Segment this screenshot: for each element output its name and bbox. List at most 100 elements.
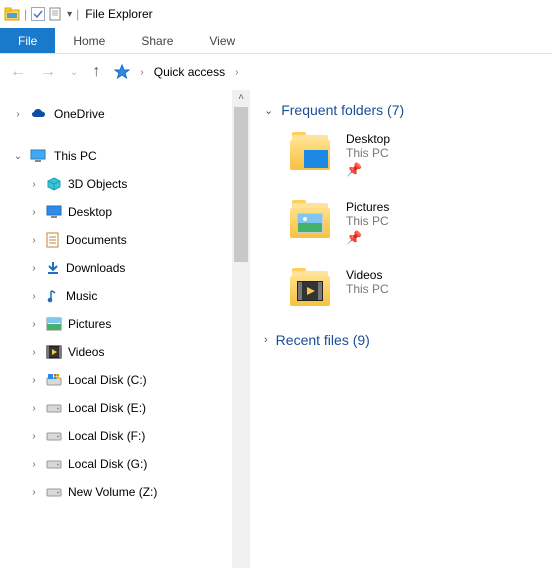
tree-pictures[interactable]: › Pictures [6,310,228,338]
file-menu[interactable]: File [0,28,55,53]
scroll-up-icon[interactable]: ˄ [238,90,244,105]
item-location: This PC [346,282,389,296]
tree-3dobjects[interactable]: › 3D Objects [6,170,228,198]
item-location: This PC [346,146,390,160]
ribbon-tabs: File Home Share View [0,28,552,54]
properties-icon[interactable] [49,7,63,21]
item-pictures[interactable]: Pictures This PC 📌 [290,200,544,246]
tree-label: OneDrive [54,107,105,121]
body: › OneDrive ⌄ This PC › 3D Objects › Deskto… [0,90,552,568]
expand-icon[interactable]: › [28,291,40,302]
tree-local-disk-c[interactable]: ›Local Disk (C:) [6,366,228,394]
tree-videos[interactable]: › Videos [6,338,228,366]
music-icon [46,288,60,304]
tree-label: Local Disk (G:) [68,457,147,471]
desktop-icon [46,205,62,219]
tree-label: Pictures [68,317,111,331]
item-location: This PC [346,214,389,228]
window-title: File Explorer [85,7,152,21]
recent-files-header[interactable]: › Recent files (9) [264,332,544,348]
frequent-folders-header[interactable]: ⌄ Frequent folders (7) [264,102,544,118]
item-name: Pictures [346,200,389,214]
section-title: Recent files (9) [276,332,370,348]
tree-music[interactable]: › Music [6,282,228,310]
chevron-right-icon[interactable]: › [140,67,143,78]
explorer-icon [4,6,20,22]
tree-local-disk-g[interactable]: › Local Disk (G:) [6,450,228,478]
drive-icon [46,430,62,442]
tree-label: Downloads [66,261,125,275]
expand-icon[interactable]: › [28,431,40,442]
3dobjects-icon [46,176,62,192]
folder-videos-icon [290,268,332,310]
scroll-thumb[interactable] [234,107,248,262]
forward-button[interactable]: → [40,63,56,81]
chevron-right-icon[interactable]: › [264,334,268,346]
section-title: Frequent folders (7) [281,102,404,118]
tree-label: Local Disk (E:) [68,401,146,415]
drive-icon [46,402,62,414]
tree-label: Desktop [68,205,112,219]
tree-documents[interactable]: › Documents [6,226,228,254]
folder-pictures-icon [290,200,332,242]
address-bar: ← → ⌄ ↑ › Quick access › [0,54,552,90]
onedrive-icon [30,107,48,121]
expand-icon[interactable]: › [28,347,40,358]
thispc-icon [30,149,48,163]
tree-downloads[interactable]: › Downloads [6,254,228,282]
pin-icon: 📌 [346,162,390,178]
tree-label: 3D Objects [68,177,127,191]
expand-icon[interactable]: › [12,109,24,120]
documents-icon [46,232,60,248]
collapse-icon[interactable]: ⌄ [12,151,24,162]
chevron-down-icon[interactable]: ⌄ [264,104,273,117]
tree-label: This PC [54,149,97,163]
up-button[interactable]: ↑ [92,63,100,81]
scrollbar[interactable]: ˄ [232,90,250,568]
tab-view[interactable]: View [191,28,253,53]
expand-icon[interactable]: › [28,263,40,274]
quickaccess-checkbox-icon[interactable] [31,7,45,21]
chevron-right-icon[interactable]: › [235,67,238,78]
separator: | [76,7,79,21]
pictures-icon [46,317,62,331]
item-name: Videos [346,268,389,282]
tree-new-volume-z[interactable]: › New Volume (Z:) [6,478,228,506]
drive-icon [46,458,62,470]
tree-label: Documents [66,233,127,247]
tab-share[interactable]: Share [123,28,191,53]
tree-label: Music [66,289,97,303]
separator: | [24,7,27,21]
expand-icon[interactable]: › [28,375,40,386]
quick-access-star-icon[interactable] [114,64,130,80]
item-name: Desktop [346,132,390,146]
pin-icon: 📌 [346,230,389,246]
expand-icon[interactable]: › [28,319,40,330]
recent-dropdown-icon[interactable]: ⌄ [70,67,78,78]
item-videos[interactable]: Videos This PC [290,268,544,310]
expand-icon[interactable]: › [28,179,40,190]
tab-home[interactable]: Home [55,28,123,53]
dropdown-icon[interactable]: ▾ [67,9,72,20]
tree-label: Videos [68,345,104,359]
tree-onedrive[interactable]: › OneDrive [6,100,228,128]
tree-label: Local Disk (F:) [68,429,145,443]
folder-desktop-icon [290,132,332,174]
expand-icon[interactable]: › [28,403,40,414]
expand-icon[interactable]: › [28,487,40,498]
tree-thispc[interactable]: ⌄ This PC [6,142,228,170]
item-desktop[interactable]: Desktop This PC 📌 [290,132,544,178]
breadcrumb-quick-access[interactable]: Quick access [154,65,225,79]
tree-local-disk-e[interactable]: › Local Disk (E:) [6,394,228,422]
drive-icon [46,486,62,498]
tree-label: New Volume (Z:) [68,485,157,499]
expand-icon[interactable]: › [28,459,40,470]
title-bar: | ▾ | File Explorer [0,0,552,28]
videos-icon [46,345,62,359]
drive-os-icon [46,373,62,387]
tree-desktop[interactable]: › Desktop [6,198,228,226]
back-button[interactable]: ← [10,63,26,81]
expand-icon[interactable]: › [28,207,40,218]
expand-icon[interactable]: › [28,235,40,246]
tree-local-disk-f[interactable]: › Local Disk (F:) [6,422,228,450]
